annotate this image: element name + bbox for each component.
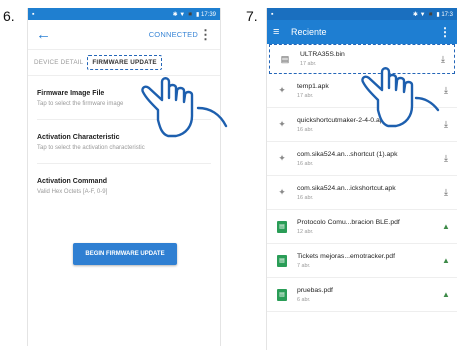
notification-icon: ▪ xyxy=(32,10,35,18)
file-row[interactable]: ▤ ULTRA35S.bin 17 abr. ⤓ xyxy=(269,44,455,74)
connected-button[interactable]: CONNECTED xyxy=(149,30,198,39)
file-name: temp1.apk xyxy=(297,82,329,90)
download-icon[interactable]: ⤓ xyxy=(435,119,457,130)
file-row[interactable]: ✦ temp1.apk 17 abr. ⤓ xyxy=(267,74,457,108)
android-icon: ✦ xyxy=(278,153,286,163)
download-icon[interactable]: ⤓ xyxy=(435,85,457,96)
file-row[interactable]: ▤ pruebas.pdf 6 abr. ▲ xyxy=(267,278,457,312)
field-hint: Valid Hex Octets [A-F, 0-9] xyxy=(37,189,108,195)
file-date: 12 abr. xyxy=(297,228,314,235)
file-date: 17 abr. xyxy=(300,61,317,67)
phone-screen-firmware: ▪ ✱ ▼ ◾ ▮ 17:39 ← CONNECTED ⋮ DEVICE DET… xyxy=(27,8,221,346)
overflow-menu-icon[interactable]: ⋮ xyxy=(439,25,451,39)
field-title: Activation Characteristic xyxy=(37,134,120,141)
file-name: Protocolo Comu...bracion BLE.pdf xyxy=(297,218,400,226)
status-bar: ▪ ✱ ▼ ◾ ▮ 17:3 xyxy=(267,8,457,20)
download-icon[interactable]: ⤓ xyxy=(435,153,457,164)
file-row[interactable]: ✦ com.sika524.an...ickshortcut.apk 16 ab… xyxy=(267,176,457,210)
tab-firmware-update[interactable]: FIRMWARE UPDATE xyxy=(87,55,162,70)
android-icon: ✦ xyxy=(278,85,286,95)
pdf-icon: ▤ xyxy=(277,254,287,267)
file-icon: ▤ xyxy=(280,53,290,64)
hamburger-menu-icon[interactable]: ≡ xyxy=(273,26,291,38)
file-row[interactable]: ▤ Tickets mejoras...emotracker.pdf 7 abr… xyxy=(267,244,457,278)
status-indicators: ✱ ▼ ◾ ▮ 17:3 xyxy=(412,11,453,18)
tab-device-detail[interactable]: DEVICE DETAIL xyxy=(34,59,83,66)
step-label-6: 6. xyxy=(3,8,15,24)
field-hint: Tap to select the activation characteris… xyxy=(37,145,145,151)
file-name: Tickets mejoras...emotracker.pdf xyxy=(297,252,395,260)
file-date: 16 abr. xyxy=(297,126,314,133)
file-date: 17 abr. xyxy=(297,92,314,99)
file-name: ULTRA35S.bin xyxy=(300,51,345,58)
back-arrow-icon[interactable]: ← xyxy=(36,26,52,43)
app-bar: ≡ Reciente ⋮ xyxy=(267,20,457,44)
status-indicators: ✱ ▼ ◾ ▮ 17:39 xyxy=(172,11,216,18)
phone-screen-file-picker: ▪ ✱ ▼ ◾ ▮ 17:3 ≡ Reciente ⋮ ▤ ULTRA35S.b… xyxy=(266,8,457,350)
pdf-icon: ▤ xyxy=(277,288,287,301)
android-icon: ✦ xyxy=(278,119,286,129)
download-icon[interactable]: ⤓ xyxy=(432,54,454,65)
file-name: pruebas.pdf xyxy=(297,286,333,294)
drive-icon[interactable]: ▲ xyxy=(435,222,457,231)
step-label-7: 7. xyxy=(246,8,258,24)
overflow-menu-icon[interactable]: ⋮ xyxy=(198,27,212,43)
file-row[interactable]: ✦ quickshortcutmaker-2-4-0.apk 16 abr. ⤓ xyxy=(267,108,457,142)
file-date: 16 abr. xyxy=(297,160,314,167)
pdf-icon: ▤ xyxy=(277,220,287,233)
app-bar: ← CONNECTED ⋮ xyxy=(28,20,220,50)
field-hint: Tap to select the firmware image xyxy=(37,101,124,107)
field-title: Activation Command xyxy=(37,178,108,185)
field-title: Firmware Image File xyxy=(37,90,105,97)
activation-characteristic-field[interactable]: Activation Characteristic Tap to select … xyxy=(37,120,211,164)
android-icon: ✦ xyxy=(278,187,286,197)
activation-command-field[interactable]: Activation Command Valid Hex Octets [A-F… xyxy=(37,164,211,207)
file-row[interactable]: ▤ Protocolo Comu...bracion BLE.pdf 12 ab… xyxy=(267,210,457,244)
notification-icon: ▪ xyxy=(271,10,274,18)
download-icon[interactable]: ⤓ xyxy=(435,187,457,198)
file-row[interactable]: ✦ com.sika524.an...shortcut (1).apk 16 a… xyxy=(267,142,457,176)
file-date: 6 abr. xyxy=(297,296,311,303)
file-name: quickshortcutmaker-2-4-0.apk xyxy=(297,116,387,124)
file-date: 16 abr. xyxy=(297,194,314,201)
file-date: 7 abr. xyxy=(297,262,311,269)
begin-firmware-update-button[interactable]: BEGIN FIRMWARE UPDATE xyxy=(73,243,177,265)
tab-bar: DEVICE DETAIL FIRMWARE UPDATE xyxy=(28,50,220,76)
page-title: Reciente xyxy=(291,27,327,37)
drive-icon[interactable]: ▲ xyxy=(435,256,457,265)
file-name: com.sika524.an...shortcut (1).apk xyxy=(297,150,398,158)
file-list: ▤ ULTRA35S.bin 17 abr. ⤓ ✦ temp1.apk 17 … xyxy=(267,44,457,312)
drive-icon[interactable]: ▲ xyxy=(435,290,457,299)
firmware-image-file-field[interactable]: Firmware Image File Tap to select the fi… xyxy=(37,76,211,120)
file-name: com.sika524.an...ickshortcut.apk xyxy=(297,184,396,192)
status-bar: ▪ ✱ ▼ ◾ ▮ 17:39 xyxy=(28,8,220,20)
